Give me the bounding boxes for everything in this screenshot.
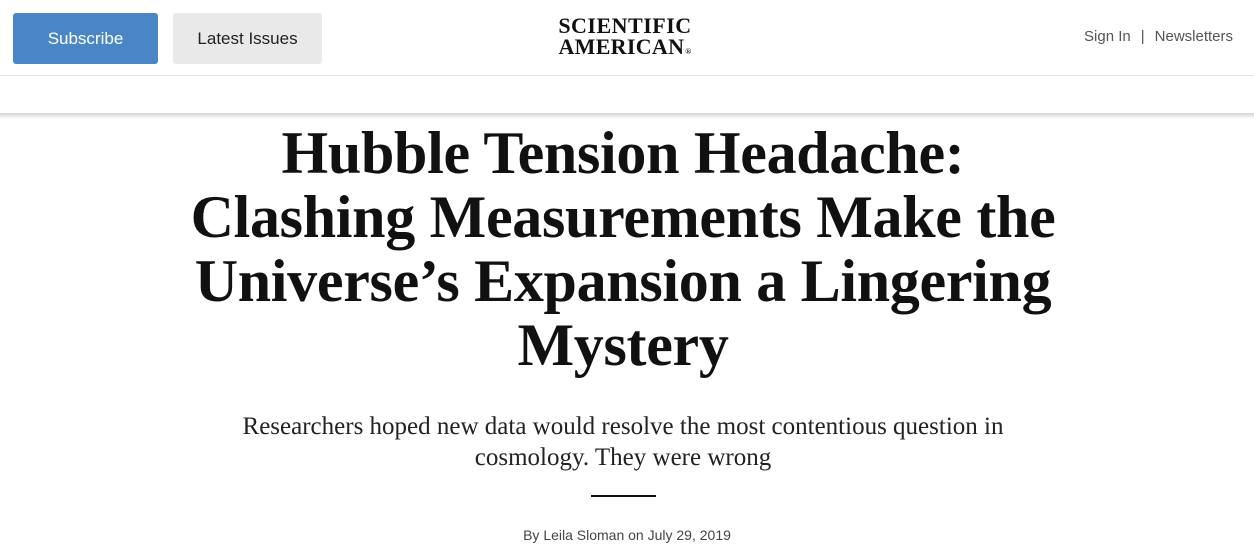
nav-separator: | [1140, 28, 1145, 45]
byline-prefix: By [523, 527, 540, 543]
logo-line-2: AMERICAN® [540, 36, 710, 62]
article-headline: Hubble Tension Headache: Clashing Measur… [110, 121, 1136, 377]
divider-rule [591, 495, 656, 497]
author-link[interactable]: Leila Sloman [543, 527, 624, 543]
site-logo[interactable]: SCIENTIFIC AMERICAN® [540, 15, 710, 62]
site-header: Subscribe Latest Issues SCIENTIFIC AMERI… [0, 0, 1254, 76]
newsletters-link[interactable]: Newsletters [1155, 28, 1233, 45]
secondary-nav-strip [0, 76, 1254, 114]
publish-date: July 29, 2019 [647, 527, 731, 543]
subscribe-button[interactable]: Subscribe [13, 13, 158, 64]
headline-line: Mystery [517, 312, 729, 378]
headline-line: Clashing Measurements Make the [190, 184, 1056, 250]
utility-nav: Sign In | Newsletters [1084, 28, 1233, 45]
dek-line: cosmology. They were wrong [474, 444, 772, 471]
logo-line-2-text: AMERICAN [558, 34, 685, 59]
byline: By Leila Sloman on July 29, 2019 [0, 527, 1254, 543]
byline-on: on [628, 527, 644, 543]
headline-line: Hubble Tension Headache: [281, 120, 965, 186]
logo-line-1: SCIENTIFIC [558, 13, 692, 38]
registered-mark: ® [685, 47, 692, 56]
header-divider-shadow [0, 113, 1254, 119]
dek-line: Researchers hoped new data would resolve… [242, 413, 1004, 440]
article-dek: Researchers hoped new data would resolve… [140, 411, 1106, 473]
sign-in-link[interactable]: Sign In [1084, 28, 1131, 45]
headline-line: Universe’s Expansion a Lingering [194, 248, 1052, 314]
latest-issues-button[interactable]: Latest Issues [173, 13, 322, 64]
